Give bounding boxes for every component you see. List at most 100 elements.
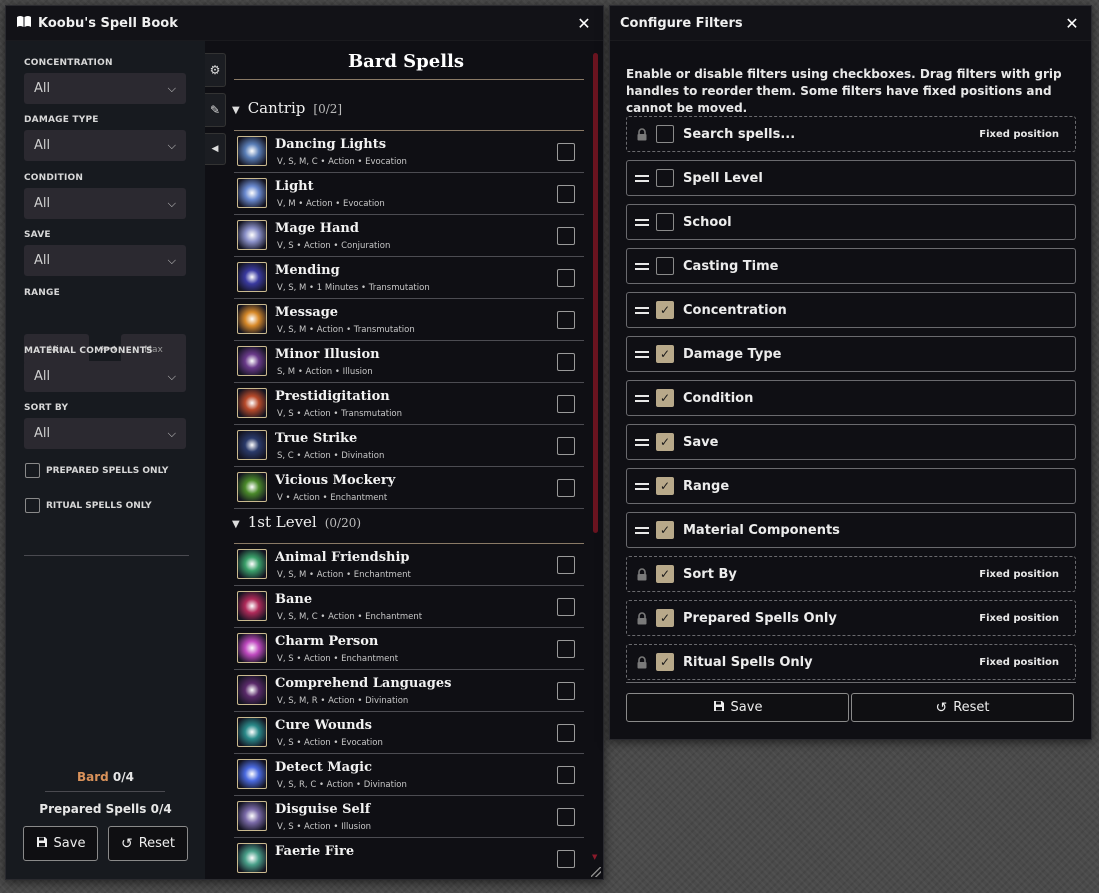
grip-handle-icon[interactable] bbox=[635, 482, 649, 490]
spell-row[interactable]: Animal Friendship V, S, M • Action • Ench… bbox=[234, 544, 584, 586]
filter-checkbox[interactable]: ✓ bbox=[656, 609, 674, 627]
spell-row[interactable]: Light V, M • Action • Evocation bbox=[234, 173, 584, 215]
reset-button[interactable]: ↺ Reset bbox=[108, 826, 188, 861]
section-header[interactable]: ▼ 1st Level (0/20) bbox=[232, 513, 361, 531]
scrollbar[interactable] bbox=[593, 53, 598, 533]
filter-row[interactable]: ✓ Damage Type bbox=[626, 336, 1076, 372]
damage-type-select[interactable]: All ⌵ bbox=[24, 130, 186, 161]
filter-checkbox[interactable]: ✓ bbox=[656, 389, 674, 407]
grip-handle-icon[interactable] bbox=[635, 174, 649, 182]
caret-down-icon[interactable]: ▼ bbox=[232, 105, 240, 116]
prepare-checkbox[interactable] bbox=[557, 598, 575, 616]
prepare-checkbox[interactable] bbox=[557, 395, 575, 413]
filter-checkbox[interactable]: ✓ bbox=[656, 565, 674, 583]
spellbook-titlebar[interactable]: Koobu's Spell Book ✕ bbox=[6, 6, 603, 41]
filter-row[interactable]: ✓ Concentration bbox=[626, 292, 1076, 328]
filter-checkbox[interactable]: ✓ bbox=[656, 433, 674, 451]
close-icon[interactable]: ✕ bbox=[575, 14, 593, 33]
save-button[interactable]: Save bbox=[23, 826, 98, 861]
resize-handle-icon[interactable] bbox=[591, 867, 601, 877]
sort-by-select[interactable]: All ⌵ bbox=[24, 418, 186, 449]
filter-row[interactable]: ✓ Material Components bbox=[626, 512, 1076, 548]
collapse-left-icon[interactable]: ◀ bbox=[205, 133, 226, 165]
spell-row[interactable]: Prestidigitation V, S • Action • Transmut… bbox=[234, 383, 584, 425]
prepare-checkbox[interactable] bbox=[557, 185, 575, 203]
spell-row[interactable]: Cure Wounds V, S • Action • Evocation bbox=[234, 712, 584, 754]
spell-icon bbox=[237, 633, 267, 663]
grip-handle-icon[interactable] bbox=[635, 350, 649, 358]
prepare-checkbox[interactable] bbox=[557, 311, 575, 329]
filter-checkbox[interactable] bbox=[656, 257, 674, 275]
configure-filters-window: Configure Filters ✕ Enable or disable fi… bbox=[609, 5, 1092, 740]
caret-down-icon[interactable]: ▼ bbox=[232, 519, 240, 530]
filter-checkbox[interactable]: ✓ bbox=[656, 345, 674, 363]
material-components-select[interactable]: All ⌵ bbox=[24, 361, 186, 392]
section-header[interactable]: ▼ Cantrip [0/2] bbox=[232, 99, 342, 117]
spell-row[interactable]: Disguise Self V, S • Action • Illusion bbox=[234, 796, 584, 838]
spell-row[interactable]: Charm Person V, S • Action • Enchantment bbox=[234, 628, 584, 670]
checkbox-box[interactable] bbox=[25, 463, 40, 478]
filter-row[interactable]: ✓ Condition bbox=[626, 380, 1076, 416]
filter-row[interactable]: ✓ Ritual Spells Only Fixed position bbox=[626, 644, 1076, 680]
grip-handle-icon[interactable] bbox=[635, 438, 649, 446]
filter-checkbox[interactable]: ✓ bbox=[656, 521, 674, 539]
save-select[interactable]: All ⌵ bbox=[24, 245, 186, 276]
prepare-checkbox[interactable] bbox=[557, 556, 575, 574]
prepare-checkbox[interactable] bbox=[557, 850, 575, 868]
filter-row[interactable]: ✓ Prepared Spells Only Fixed position bbox=[626, 600, 1076, 636]
filter-checkbox[interactable] bbox=[656, 169, 674, 187]
spell-row[interactable]: Bane V, S, M, C • Action • Enchantment bbox=[234, 586, 584, 628]
checkbox-box[interactable] bbox=[25, 498, 40, 513]
spell-row[interactable]: Vicious Mockery V • Action • Enchantment bbox=[234, 467, 584, 509]
config-reset-button[interactable]: ↺ Reset bbox=[851, 693, 1074, 722]
prepare-checkbox[interactable] bbox=[557, 227, 575, 245]
grip-handle-icon[interactable] bbox=[635, 306, 649, 314]
spell-row[interactable]: Mending V, S, M • 1 Minutes • Transmutati… bbox=[234, 257, 584, 299]
filter-row[interactable]: School bbox=[626, 204, 1076, 240]
grip-handle-icon[interactable] bbox=[635, 262, 649, 270]
filter-row[interactable]: ✓ Range bbox=[626, 468, 1076, 504]
config-titlebar[interactable]: Configure Filters ✕ bbox=[610, 6, 1091, 41]
prepare-checkbox[interactable] bbox=[557, 724, 575, 742]
close-icon[interactable]: ✕ bbox=[1063, 14, 1081, 33]
prepare-checkbox[interactable] bbox=[557, 808, 575, 826]
prepare-checkbox[interactable] bbox=[557, 479, 575, 497]
prepare-checkbox[interactable] bbox=[557, 437, 575, 455]
config-save-button[interactable]: Save bbox=[626, 693, 849, 722]
filter-row[interactable]: Spell Level bbox=[626, 160, 1076, 196]
undo-icon: ↺ bbox=[120, 835, 133, 852]
filter-checkbox[interactable]: ✓ bbox=[656, 301, 674, 319]
prepare-checkbox[interactable] bbox=[557, 269, 575, 287]
spell-row[interactable]: Minor Illusion S, M • Action • Illusion bbox=[234, 341, 584, 383]
spell-row[interactable]: Comprehend Languages V, S, M, R • Action … bbox=[234, 670, 584, 712]
spell-row[interactable]: True Strike S, C • Action • Divination bbox=[234, 425, 584, 467]
condition-select[interactable]: All ⌵ bbox=[24, 188, 186, 219]
concentration-select[interactable]: All ⌵ bbox=[24, 73, 186, 104]
prepare-checkbox[interactable] bbox=[557, 640, 575, 658]
spell-row[interactable]: Detect Magic V, S, R, C • Action • Divina… bbox=[234, 754, 584, 796]
grip-handle-icon[interactable] bbox=[635, 394, 649, 402]
spell-row[interactable]: Faerie Fire bbox=[234, 838, 584, 879]
ritual-only-checkbox[interactable]: RITUAL SPELLS ONLY bbox=[25, 498, 152, 513]
filter-checkbox[interactable] bbox=[656, 213, 674, 231]
spell-row[interactable]: Mage Hand V, S • Action • Conjuration bbox=[234, 215, 584, 257]
scroll-down-icon[interactable]: ▼ bbox=[592, 853, 597, 861]
filter-checkbox[interactable]: ✓ bbox=[656, 477, 674, 495]
pencil-icon[interactable]: ✎ bbox=[205, 93, 226, 127]
prepare-checkbox[interactable] bbox=[557, 682, 575, 700]
prepare-checkbox[interactable] bbox=[557, 766, 575, 784]
filter-checkbox[interactable]: ✓ bbox=[656, 653, 674, 671]
filter-row[interactable]: Casting Time bbox=[626, 248, 1076, 284]
filter-checkbox[interactable] bbox=[656, 125, 674, 143]
prepare-checkbox[interactable] bbox=[557, 353, 575, 371]
prepare-checkbox[interactable] bbox=[557, 143, 575, 161]
filter-row[interactable]: ✓ Sort By Fixed position bbox=[626, 556, 1076, 592]
grip-handle-icon[interactable] bbox=[635, 218, 649, 226]
grip-handle-icon[interactable] bbox=[635, 526, 649, 534]
spell-row[interactable]: Dancing Lights V, S, M, C • Action • Evoc… bbox=[234, 131, 584, 173]
spell-row[interactable]: Message V, S, M • Action • Transmutation bbox=[234, 299, 584, 341]
filter-row[interactable]: Search spells... Fixed position bbox=[626, 116, 1076, 152]
prepared-only-checkbox[interactable]: PREPARED SPELLS ONLY bbox=[25, 463, 168, 478]
gear-icon[interactable]: ⚙ bbox=[205, 53, 226, 87]
filter-row[interactable]: ✓ Save bbox=[626, 424, 1076, 460]
